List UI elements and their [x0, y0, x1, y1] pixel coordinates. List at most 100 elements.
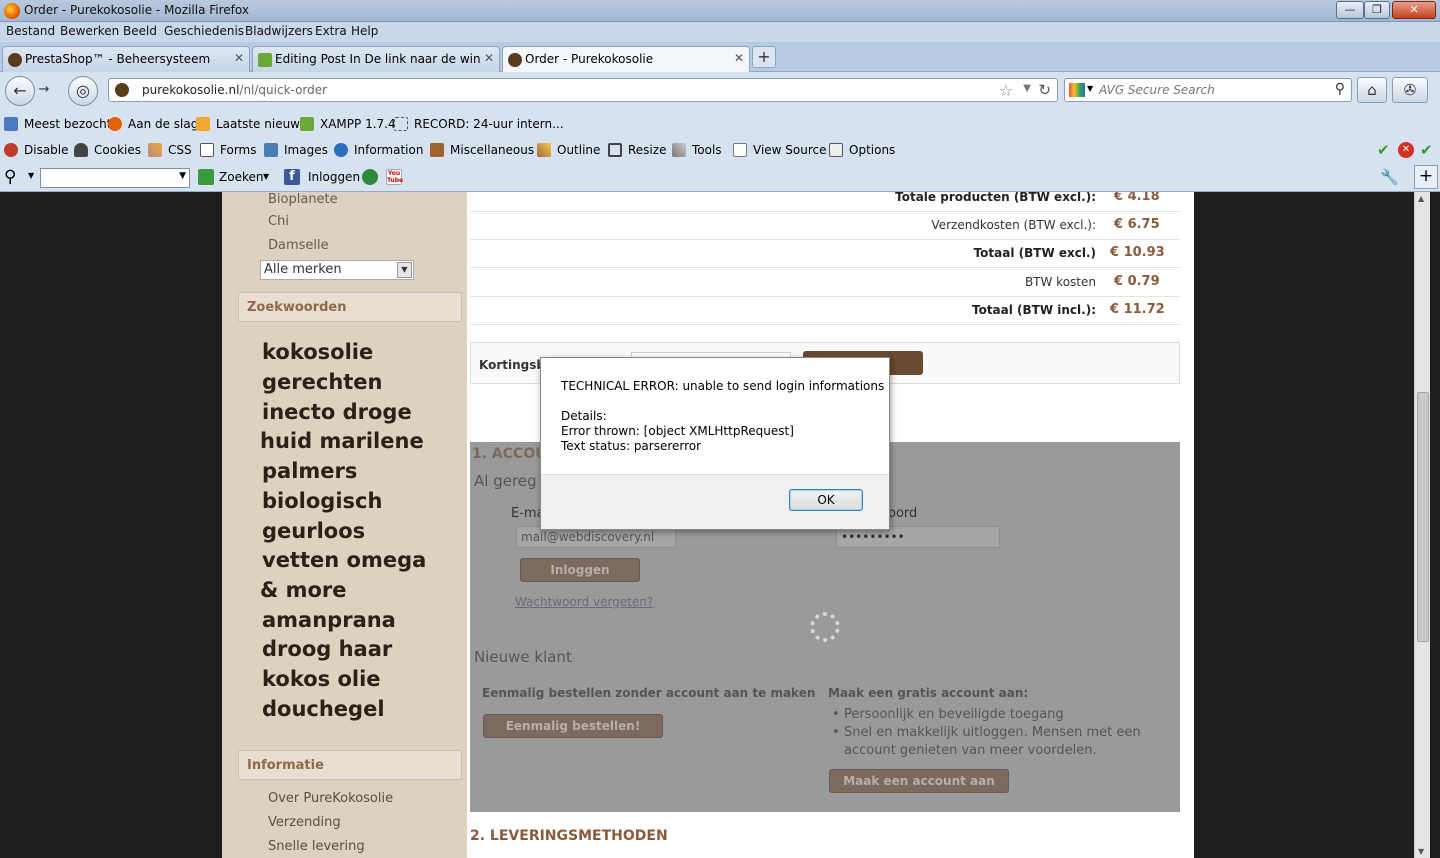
create-account-button[interactable]: Maak een account aan	[829, 769, 1009, 793]
tab-label: Order - Purekokosolie	[525, 52, 654, 66]
webdev-forms[interactable]: Forms	[220, 143, 256, 157]
close-window-button[interactable]: ✕	[1392, 1, 1436, 19]
chevron-down-icon[interactable]: ▼	[263, 172, 269, 181]
scrollbar-thumb[interactable]	[1417, 392, 1429, 642]
reload-button[interactable]: ↻	[1038, 81, 1051, 99]
valid-check-icon[interactable]: ✔	[1377, 141, 1390, 159]
chevron-down-icon[interactable]: ▼	[28, 171, 34, 180]
keywords-block-title: Zoekwoorden	[238, 292, 462, 322]
menu-bewerken[interactable]: Bewerken	[60, 24, 119, 38]
keyword-tag[interactable]: kokos olie	[262, 667, 381, 691]
bookmark-star-icon[interactable]: ☆	[999, 81, 1013, 100]
brand-link[interactable]: Bioplanete	[268, 192, 338, 207]
keyword-tag[interactable]: amanprana	[262, 608, 396, 632]
alert-text-status: Text status: parsererror	[561, 439, 702, 453]
brand-link[interactable]: Chi	[268, 214, 289, 229]
webdev-resize[interactable]: Resize	[628, 143, 666, 157]
search-icon[interactable]: ⚲	[1335, 81, 1345, 97]
new-tab-button[interactable]: +	[752, 46, 776, 68]
summary-value: € 0.79	[1114, 274, 1160, 289]
menu-geschiedenis[interactable]: Geschiedenis	[164, 24, 244, 38]
bookmark-laatste-nieuws[interactable]: Laatste nieuws	[216, 117, 306, 131]
keyword-tag[interactable]: vetten omega	[262, 548, 426, 572]
maximize-button[interactable]: ❐	[1364, 1, 1390, 19]
keyword-tag[interactable]: inecto droge	[262, 400, 412, 424]
prestashop-favicon-icon	[8, 53, 22, 67]
whatsapp-icon[interactable]	[362, 169, 378, 185]
webdev-tools[interactable]: Tools	[692, 143, 722, 157]
addon-toolbar-icon[interactable]: ✇	[1392, 77, 1428, 103]
scroll-up-icon[interactable]: ▲	[1418, 194, 1424, 203]
identity-globe-icon[interactable]: ◎	[68, 76, 98, 106]
webdev-cookies[interactable]: Cookies	[94, 143, 141, 157]
minimize-button[interactable]: —	[1336, 1, 1364, 19]
keyword-tag[interactable]: kokosolie	[262, 340, 373, 364]
webdev-information[interactable]: Information	[354, 143, 423, 157]
bookmark-xampp[interactable]: XAMPP 1.7.4	[320, 117, 396, 131]
guest-checkout-button[interactable]: Eenmalig bestellen!	[483, 714, 663, 738]
wrench-icon[interactable]: 🔧	[1380, 168, 1399, 186]
search-icon[interactable]: ⚲	[4, 167, 16, 187]
account-benefits-list: Persoonlijk en beveiligde toegang Snel e…	[832, 706, 1152, 760]
menu-beeld[interactable]: Beeld	[123, 24, 157, 38]
keyword-tag[interactable]: douchegel	[262, 697, 385, 721]
error-icon[interactable]: ✕	[1398, 142, 1414, 158]
scroll-down-icon[interactable]: ▼	[1418, 847, 1424, 856]
menu-extra[interactable]: Extra	[315, 24, 347, 38]
bookmark-aan-de-slag[interactable]: Aan de slag	[128, 117, 198, 131]
menu-bestand[interactable]: Bestand	[6, 24, 55, 38]
webdev-outline[interactable]: Outline	[557, 143, 600, 157]
webdev-options[interactable]: Options	[849, 143, 895, 157]
zoeken-button[interactable]: Zoeken	[219, 170, 263, 184]
search-bar[interactable]: ▼ AVG Secure Search ⚲	[1064, 78, 1352, 102]
login-button[interactable]: Inloggen	[520, 558, 640, 582]
back-button[interactable]: ←	[5, 76, 35, 106]
bookmark-record[interactable]: RECORD: 24-uur intern...	[414, 117, 564, 131]
valid-check-icon[interactable]: ✔	[1420, 141, 1433, 159]
ok-button[interactable]: OK	[789, 489, 863, 511]
home-button[interactable]: ⌂	[1357, 77, 1387, 103]
webdev-css[interactable]: CSS	[168, 143, 192, 157]
keyword-tag[interactable]: droog haar	[262, 637, 392, 661]
chevron-down-icon[interactable]: ▼	[397, 262, 412, 278]
forward-button[interactable]: →	[32, 79, 56, 103]
keyword-tag[interactable]: geurloos	[262, 519, 365, 543]
url-history-dropdown-icon[interactable]: ▼	[1023, 83, 1031, 94]
keyword-tag[interactable]: gerechten	[262, 370, 383, 394]
tab-editing-post[interactable]: Editing Post In De link naar de winkel..…	[252, 46, 500, 72]
tab-order[interactable]: Order - Purekokosolie ✕	[502, 46, 750, 73]
info-link-over[interactable]: Over PureKokosolie	[268, 791, 393, 806]
close-tab-icon[interactable]: ✕	[234, 51, 244, 65]
avg-logo-icon[interactable]	[1069, 83, 1085, 97]
webdev-view-source[interactable]: View Source	[753, 143, 827, 157]
loading-spinner-icon	[810, 612, 840, 642]
addon-search-input[interactable]: ▼	[40, 168, 190, 188]
add-icon[interactable]: +	[1414, 165, 1438, 189]
forgot-password-link[interactable]: Wachtwoord vergeten?	[515, 595, 653, 609]
url-text[interactable]: purekokosolie.nl/nl/quick-order	[142, 83, 327, 97]
voucher-label: Kortingsb	[479, 358, 545, 372]
close-tab-icon[interactable]: ✕	[734, 51, 744, 65]
webdev-miscellaneous[interactable]: Miscellaneous	[450, 143, 534, 157]
info-link-verzending[interactable]: Verzending	[268, 815, 341, 830]
keyword-tag[interactable]: palmers	[262, 459, 357, 483]
info-link-snelle-levering[interactable]: Snelle levering	[268, 839, 365, 854]
tab-prestashop[interactable]: PrestaShop™ - Beheersysteem ✕	[2, 46, 250, 72]
youtube-icon[interactable]: You Tube	[386, 169, 403, 185]
page-scrollbar[interactable]: ▲ ▼	[1414, 192, 1430, 858]
brand-link[interactable]: Damselle	[268, 238, 329, 253]
inloggen-button[interactable]: Inloggen	[308, 170, 360, 184]
url-bar[interactable]: purekokosolie.nl/nl/quick-order ☆ ▼ ↻	[108, 78, 1058, 102]
chevron-down-icon[interactable]: ▼	[179, 171, 186, 181]
keyword-tag[interactable]: biologisch	[262, 489, 382, 513]
brand-select[interactable]: Alle merken ▼	[260, 260, 414, 280]
webdev-images[interactable]: Images	[284, 143, 328, 157]
keyword-tag[interactable]: huid marilene	[260, 429, 424, 453]
keyword-tag[interactable]: & more	[260, 578, 347, 602]
webdev-disable[interactable]: Disable	[24, 143, 69, 157]
search-engine-dropdown-icon[interactable]: ▼	[1087, 84, 1093, 93]
menu-help[interactable]: Help	[351, 24, 378, 38]
close-tab-icon[interactable]: ✕	[484, 51, 494, 65]
bookmark-meest-bezocht[interactable]: Meest bezocht	[24, 117, 111, 131]
menu-bladwijzers[interactable]: Bladwijzers	[245, 24, 313, 38]
